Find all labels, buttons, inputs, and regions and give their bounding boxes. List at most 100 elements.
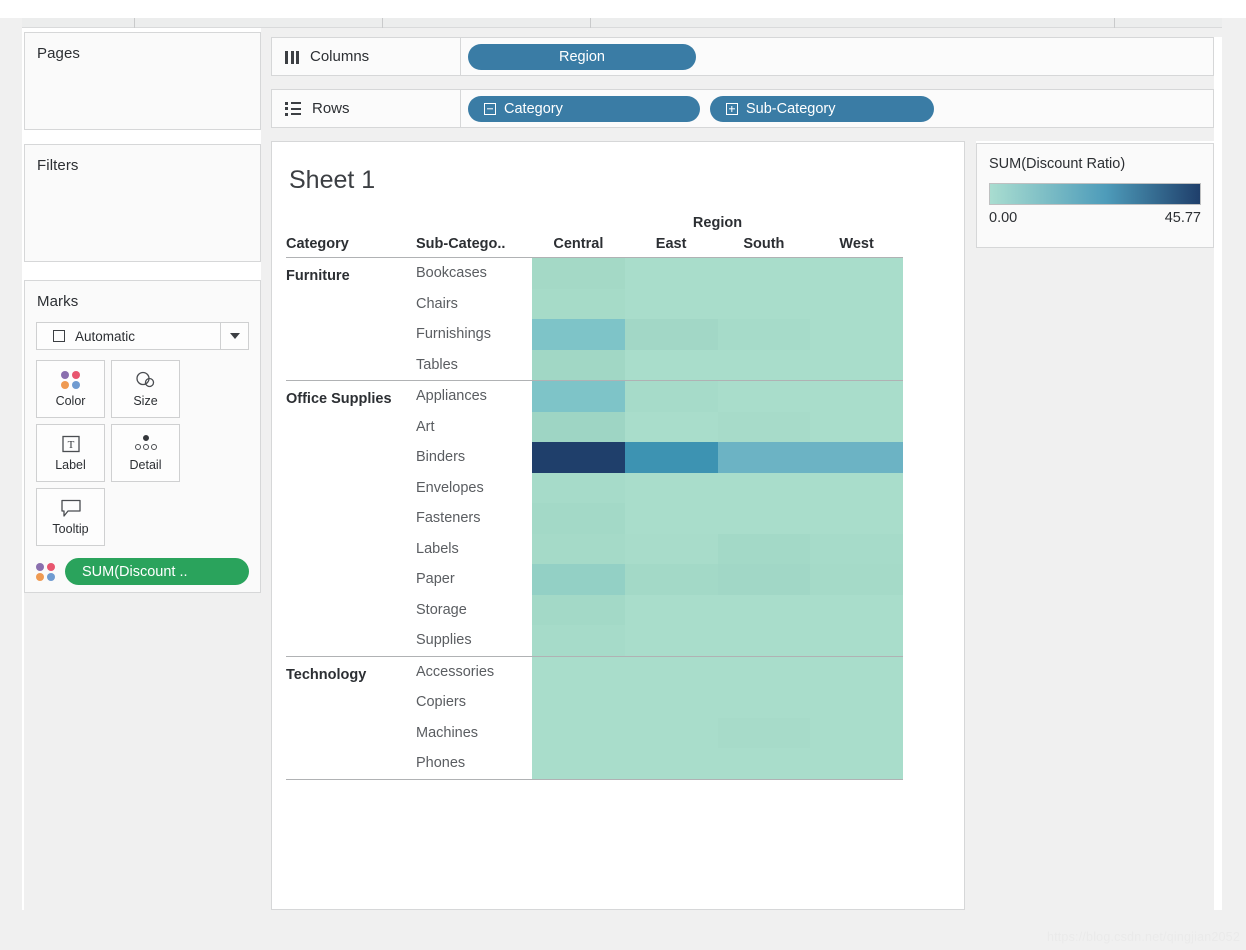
heatmap-cell[interactable] (810, 381, 903, 412)
heatmap-cell[interactable] (624, 381, 718, 412)
heatmap-cell[interactable] (810, 442, 903, 473)
heatmap-cell[interactable] (532, 258, 625, 289)
viz-canvas[interactable]: Sheet 1 Region Category Sub-Catego.. Cen… (271, 141, 965, 910)
heatmap-cells (532, 442, 903, 473)
collapse-minus-icon[interactable] (484, 102, 496, 115)
heatmap-cell[interactable] (624, 564, 718, 595)
heatmap-cell[interactable] (810, 625, 903, 656)
heatmap-cell[interactable] (532, 503, 625, 534)
heatmap-cell[interactable] (624, 748, 718, 779)
heatmap-cell[interactable] (810, 717, 903, 748)
size-button[interactable]: Size (111, 360, 180, 418)
table-row: Furnishings (416, 319, 903, 350)
heatmap-cell[interactable] (532, 656, 625, 687)
heatmap-cell[interactable] (717, 564, 811, 595)
heatmap-cell[interactable] (532, 564, 625, 595)
heatmap-cells (532, 411, 903, 442)
columns-shelf[interactable]: Columns Region (271, 37, 1214, 76)
heatmap-cell[interactable] (810, 594, 903, 625)
label-button[interactable]: T Label (36, 424, 105, 482)
heatmap-cell[interactable] (810, 748, 903, 779)
columns-pill-region[interactable]: Region (468, 43, 696, 70)
heatmap-cell[interactable] (810, 349, 903, 380)
heatmap-cell[interactable] (717, 533, 811, 564)
heatmap-cell[interactable] (717, 349, 811, 380)
expand-plus-icon[interactable] (726, 102, 738, 115)
tooltip-button[interactable]: Tooltip (36, 488, 105, 546)
heatmap-cell[interactable] (624, 533, 718, 564)
heatmap-cell[interactable] (810, 656, 903, 687)
detail-button[interactable]: Detail (111, 424, 180, 482)
heatmap-cell[interactable] (532, 319, 625, 350)
heatmap-cell[interactable] (810, 503, 903, 534)
heatmap-cell[interactable] (532, 533, 625, 564)
heatmap-cell[interactable] (717, 411, 811, 442)
heatmap-cell[interactable] (624, 258, 718, 289)
heatmap-cell[interactable] (532, 717, 625, 748)
rows-pill-sub-category[interactable]: Sub-Category (710, 95, 934, 122)
heatmap-cell[interactable] (810, 533, 903, 564)
heatmap-cell[interactable] (624, 625, 718, 656)
heatmap-cell[interactable] (624, 656, 718, 687)
detail-dots-icon (133, 434, 159, 454)
heatmap-cell[interactable] (532, 411, 625, 442)
marks-color-pill[interactable]: SUM(Discount .. (65, 558, 249, 585)
heatmap-cell[interactable] (624, 411, 718, 442)
rows-shelf[interactable]: Rows Category Sub-Category (271, 89, 1214, 128)
heatmap-cell[interactable] (810, 564, 903, 595)
table-row: Paper (416, 564, 903, 595)
heatmap-cell[interactable] (717, 594, 811, 625)
heatmap-cell[interactable] (532, 442, 625, 473)
heatmap-cell[interactable] (717, 288, 811, 319)
sub-category-label: Storage (416, 601, 467, 618)
heatmap-cell[interactable] (717, 258, 811, 289)
heatmap-cell[interactable] (624, 687, 718, 718)
heatmap-cell[interactable] (624, 717, 718, 748)
rows-pill-category[interactable]: Category (468, 95, 700, 122)
heatmap-cell[interactable] (624, 503, 718, 534)
color-legend[interactable]: SUM(Discount Ratio) 0.00 45.77 (976, 143, 1214, 248)
pages-panel[interactable]: Pages (24, 32, 261, 130)
heatmap-cell[interactable] (717, 381, 811, 412)
heatmap-cell[interactable] (717, 472, 811, 503)
color-button[interactable]: Color (36, 360, 105, 418)
heatmap-cell[interactable] (624, 472, 718, 503)
heatmap-cell[interactable] (717, 687, 811, 718)
heatmap-cell[interactable] (717, 319, 811, 350)
heatmap-cell[interactable] (717, 656, 811, 687)
heatmap-cell[interactable] (717, 625, 811, 656)
heatmap-cell[interactable] (532, 349, 625, 380)
heatmap-cell[interactable] (532, 288, 625, 319)
heatmap-cell[interactable] (717, 748, 811, 779)
heatmap-cell[interactable] (810, 288, 903, 319)
heatmap-cell[interactable] (624, 349, 718, 380)
heatmap-cell[interactable] (532, 594, 625, 625)
heatmap-cell[interactable] (532, 472, 625, 503)
heatmap-cell[interactable] (717, 442, 811, 473)
heatmap-cell[interactable] (532, 625, 625, 656)
heatmap-cell[interactable] (624, 594, 718, 625)
heatmap-cell[interactable] (532, 687, 625, 718)
mark-type-selector[interactable]: Automatic (36, 322, 249, 350)
heatmap-cell[interactable] (532, 748, 625, 779)
heatmap-cell[interactable] (810, 258, 903, 289)
table-row: Envelopes (416, 472, 903, 503)
heatmap-cell[interactable] (624, 288, 718, 319)
heatmap-cell[interactable] (532, 381, 625, 412)
heatmap-cell[interactable] (624, 319, 718, 350)
columns-label-text: Columns (310, 48, 370, 65)
filters-panel[interactable]: Filters (24, 144, 261, 262)
legend-scale: 0.00 45.77 (989, 210, 1201, 226)
heatmap-cell[interactable] (717, 503, 811, 534)
heatmap-cell[interactable] (717, 717, 811, 748)
heatmap-cell[interactable] (624, 442, 718, 473)
heatmap-cell[interactable] (810, 687, 903, 718)
heatmap-cell[interactable] (810, 319, 903, 350)
mark-type-dropdown-button[interactable] (220, 323, 248, 349)
heatmap-cell[interactable] (810, 472, 903, 503)
shelf-gap-band-2 (271, 128, 1214, 141)
sub-category-label: Chairs (416, 295, 458, 312)
pages-panel-title: Pages (37, 45, 81, 62)
heatmap-cell[interactable] (810, 411, 903, 442)
below-viz-band (22, 910, 1222, 916)
